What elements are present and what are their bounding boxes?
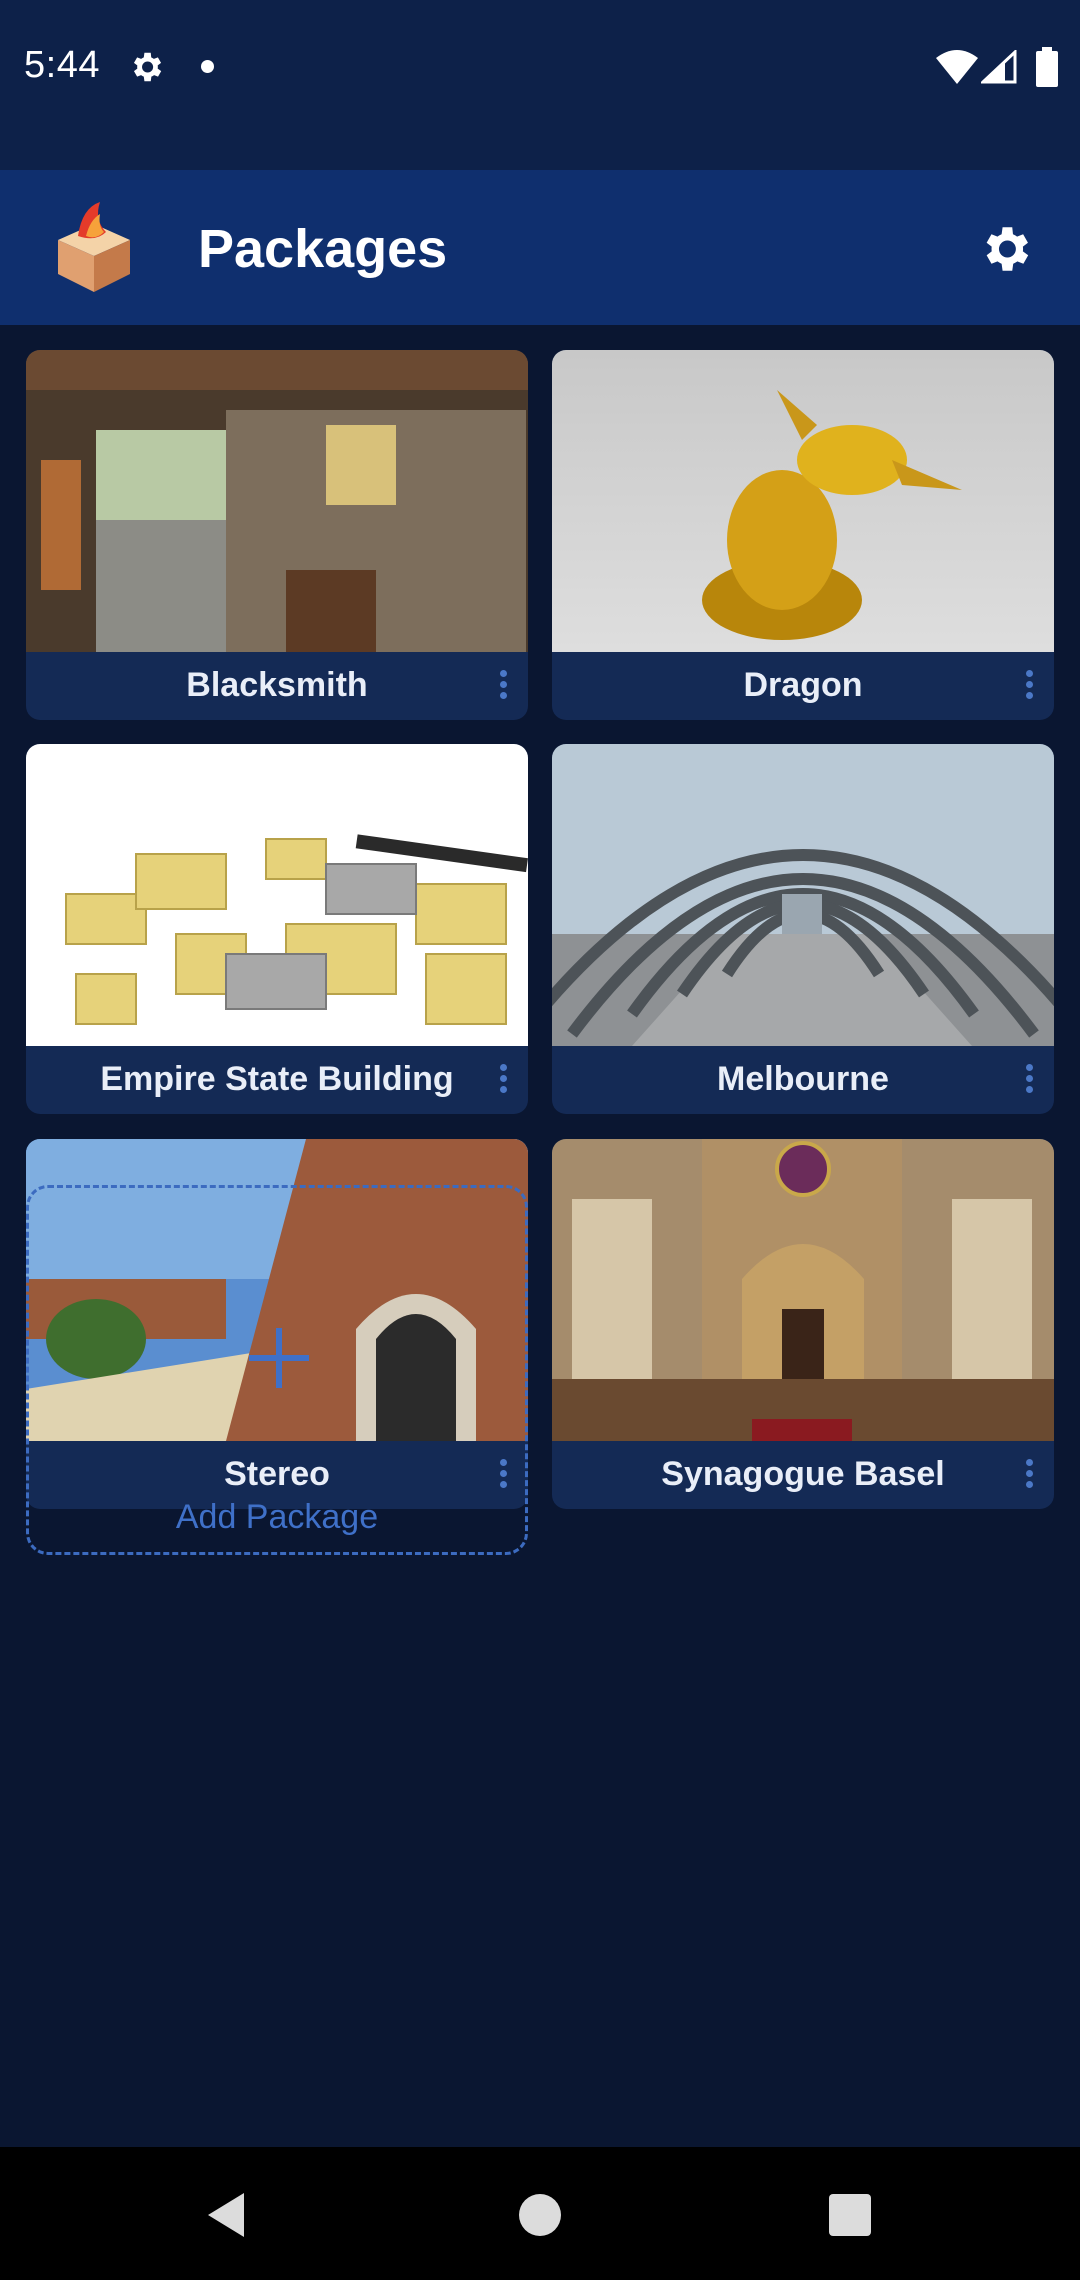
home-icon[interactable] [519, 2194, 561, 2236]
wifi-icon [936, 50, 978, 84]
package-thumbnail [552, 1139, 1054, 1441]
more-vertical-icon[interactable] [492, 666, 514, 706]
system-nav-bar [0, 2147, 1080, 2280]
settings-gear-icon [133, 52, 162, 82]
plus-icon [249, 1328, 309, 1388]
card-footer: Melbourne [552, 1046, 1054, 1114]
battery-icon [1036, 47, 1058, 87]
more-vertical-icon[interactable] [1018, 666, 1040, 706]
package-thumbnail [26, 744, 528, 1046]
package-card-dragon[interactable]: Dragon [552, 350, 1054, 720]
package-title: Synagogue Basel [661, 1455, 945, 1493]
notification-dot-icon [201, 60, 214, 73]
card-footer: Blacksmith [26, 652, 528, 720]
package-title: Blacksmith [186, 666, 368, 704]
package-thumbnail [552, 350, 1054, 652]
more-vertical-icon[interactable] [1018, 1060, 1040, 1100]
package-card-melbourne[interactable]: Melbourne [552, 744, 1054, 1114]
back-icon[interactable] [204, 2191, 248, 2239]
package-thumbnail [552, 744, 1054, 1046]
more-vertical-icon[interactable] [1018, 1455, 1040, 1495]
card-footer: Empire State Building [26, 1046, 528, 1114]
app-logo-icon [58, 202, 130, 292]
add-package-button[interactable]: Add Package [26, 1185, 528, 1555]
card-footer: Synagogue Basel [552, 1441, 1054, 1509]
app-bar: Packages [0, 170, 1080, 325]
package-title: Empire State Building [100, 1060, 454, 1098]
package-card-synagogue-basel[interactable]: Synagogue Basel [552, 1139, 1054, 1509]
package-thumbnail [26, 350, 528, 652]
package-card-blacksmith[interactable]: Blacksmith [26, 350, 528, 720]
status-bar: 5:44 [0, 0, 1080, 170]
card-footer: Dragon [552, 652, 1054, 720]
status-time: 5:44 [24, 44, 100, 86]
package-title: Melbourne [717, 1060, 889, 1098]
package-card-empire-state-building[interactable]: Empire State Building [26, 744, 528, 1114]
package-title: Dragon [743, 666, 863, 704]
settings-gear-icon[interactable] [976, 220, 1034, 278]
recents-icon[interactable] [829, 2194, 871, 2236]
more-vertical-icon[interactable] [492, 1060, 514, 1100]
add-package-label: Add Package [175, 1498, 379, 1536]
page-title: Packages [198, 219, 448, 279]
cell-signal-icon [981, 50, 1017, 84]
